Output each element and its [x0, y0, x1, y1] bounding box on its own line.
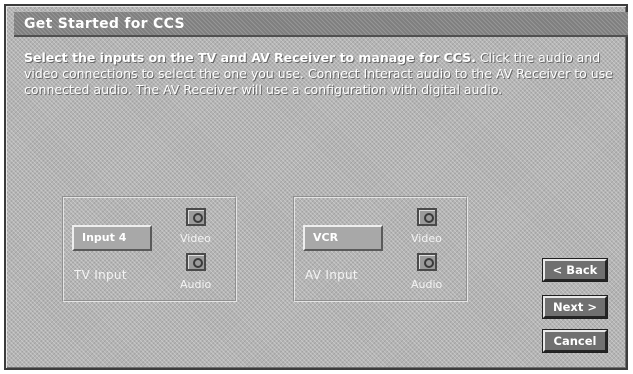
av-input-caption: AV Input [305, 268, 358, 282]
tv-video-connector-icon[interactable] [186, 208, 206, 226]
av-input-select[interactable]: VCR [303, 225, 383, 251]
tv-input-select[interactable]: Input 4 [72, 225, 152, 251]
tv-audio-connector-icon[interactable] [186, 253, 206, 271]
av-audio-label: Audio [411, 278, 443, 291]
setup-dialog: Get Started for CCS Select the inputs on… [4, 4, 628, 370]
instructions-text: Select the inputs on the TV and AV Recei… [24, 50, 614, 98]
av-input-group: VCR AV Input Video Audio [293, 196, 468, 302]
av-video-connector-icon[interactable] [417, 208, 437, 226]
cancel-button[interactable]: Cancel [542, 329, 608, 353]
av-audio-connector-icon[interactable] [417, 253, 437, 271]
window-title: Get Started for CCS [24, 16, 185, 32]
tv-video-label: Video [180, 232, 211, 245]
tv-input-group: Input 4 TV Input Video Audio [62, 196, 237, 302]
back-button[interactable]: < Back [542, 258, 608, 282]
title-bar[interactable]: Get Started for CCS [14, 12, 628, 37]
instructions-lead: Select the inputs on the TV and AV Recei… [24, 50, 476, 65]
av-video-label: Video [411, 232, 442, 245]
tv-input-caption: TV Input [74, 268, 127, 282]
next-button[interactable]: Next > [542, 295, 608, 319]
tv-audio-label: Audio [180, 278, 212, 291]
